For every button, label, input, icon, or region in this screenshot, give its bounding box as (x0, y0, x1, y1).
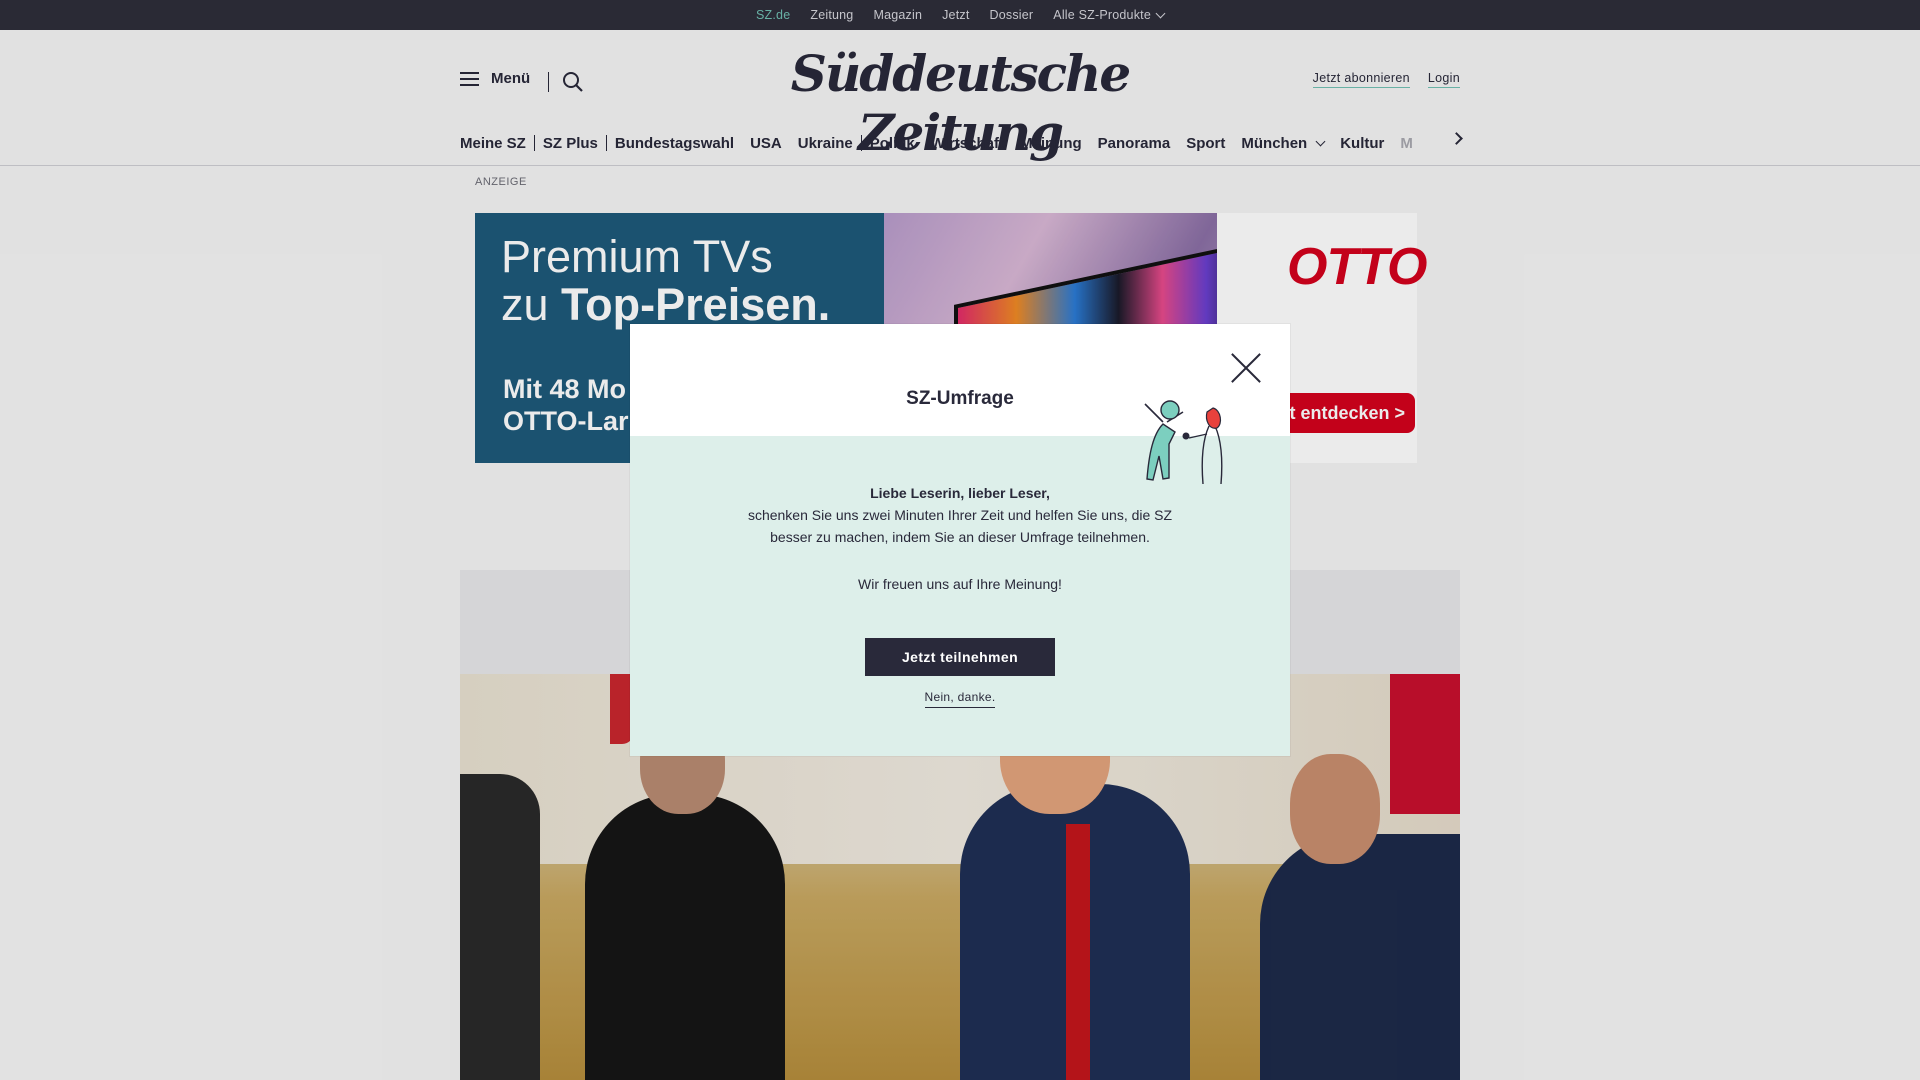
participate-button[interactable]: Jetzt teilnehmen (865, 638, 1055, 676)
modal-message: Liebe Leserin, lieber Leser, schenken Si… (630, 482, 1290, 548)
survey-illustration (1144, 400, 1223, 485)
survey-modal: SZ-Umfrage Liebe Leserin, lieber Leser, … (630, 324, 1290, 756)
modal-greeting: Liebe Leserin, lieber Leser, (870, 485, 1050, 501)
modal-request-text: schenken Sie uns zwei Minuten Ihrer Zeit… (747, 507, 1173, 545)
close-icon[interactable] (1230, 352, 1262, 384)
decline-wrap: Nein, danke. (630, 688, 1290, 708)
decline-link[interactable]: Nein, danke. (924, 690, 996, 708)
modal-thanks: Wir freuen uns auf Ihre Meinung! (858, 576, 1062, 592)
